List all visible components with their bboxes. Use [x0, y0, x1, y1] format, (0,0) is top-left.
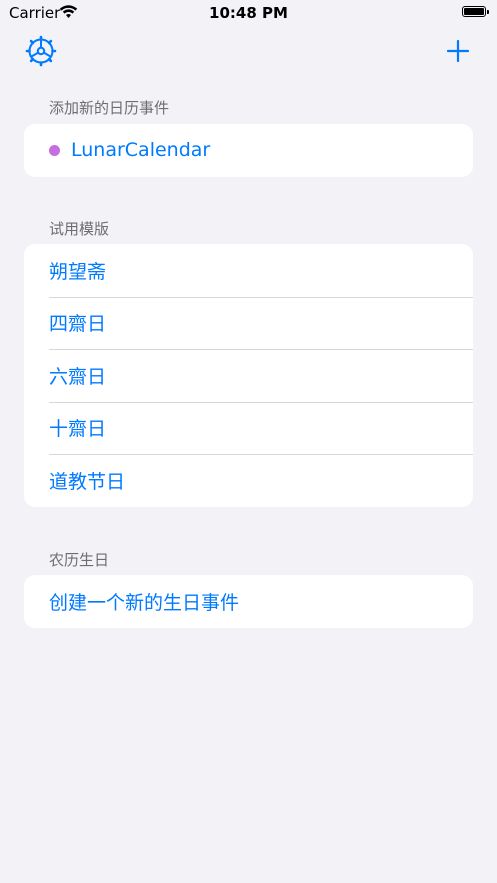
template-item[interactable]: 道教节日 [24, 454, 473, 507]
status-bar: Carrier 10:48 PM [0, 0, 497, 26]
template-item[interactable]: 十齋日 [24, 401, 473, 455]
create-birthday-button[interactable]: 创建一个新的生日事件 [24, 575, 473, 628]
gear-icon [25, 35, 57, 67]
calendar-color-dot [49, 144, 60, 156]
status-time: 10:48 PM [209, 4, 288, 22]
templates-card: 朔望斋 四齋日 六齋日 十齋日 道教节日 [24, 244, 473, 507]
lunar-birthday-card: 创建一个新的生日事件 [24, 575, 473, 628]
calendar-row[interactable]: LunarCalendar [24, 124, 473, 177]
battery-icon [462, 6, 489, 17]
section-header-templates: 试用模版 [49, 220, 110, 238]
calendar-name: LunarCalendar [71, 139, 211, 162]
section-header-lunar-birthday: 农历生日 [49, 551, 110, 569]
section-header-add-event: 添加新的日历事件 [49, 99, 170, 117]
add-button[interactable] [441, 34, 475, 68]
plus-icon [446, 39, 470, 63]
add-event-card: LunarCalendar [24, 124, 473, 177]
template-item[interactable]: 六齋日 [24, 349, 473, 402]
template-item[interactable]: 四齋日 [24, 296, 473, 350]
settings-button[interactable] [24, 34, 58, 68]
template-item[interactable]: 朔望斋 [24, 244, 473, 297]
